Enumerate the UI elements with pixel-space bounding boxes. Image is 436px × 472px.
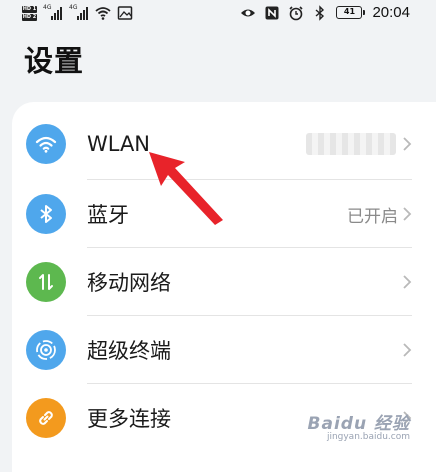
- chevron-right-icon: [403, 137, 412, 151]
- settings-item-label: WLAN: [87, 132, 151, 156]
- settings-item-label: 更多连接: [87, 407, 171, 431]
- hd-badge-2: HD 2: [22, 13, 37, 21]
- settings-item-mobile-network[interactable]: 移动网络: [12, 248, 436, 316]
- hd-badges: HD 1 HD 2: [22, 5, 37, 21]
- chevron-right-icon: [403, 343, 412, 357]
- settings-item-label: 蓝牙: [87, 203, 129, 227]
- battery-level: 41: [343, 7, 356, 16]
- bluetooth-status-icon: [315, 4, 325, 21]
- watermark-logo: Baidu 经验: [307, 414, 410, 434]
- image-notification-icon: [117, 6, 133, 20]
- eye-comfort-icon: [241, 9, 256, 16]
- signal-1-icon: 4G: [43, 4, 63, 20]
- alarm-icon: [289, 5, 304, 20]
- bluetooth-icon: [26, 194, 66, 234]
- super-device-icon: [26, 330, 66, 370]
- settings-item-label: 移动网络: [87, 271, 171, 295]
- bluetooth-status: 已开启: [347, 206, 398, 227]
- wifi-icon: [26, 124, 66, 164]
- nfc-icon: [265, 6, 279, 19]
- hd-badge-1: HD 1: [22, 5, 37, 13]
- settings-item-label: 超级终端: [87, 339, 171, 363]
- mobile-data-icon: [26, 262, 66, 302]
- clock: 20:04: [372, 4, 410, 21]
- signal-2-icon: 4G: [69, 4, 89, 20]
- watermark: Baidu 经验 jingyan.baidu.com: [308, 409, 410, 442]
- annotation-arrow-icon: [149, 152, 223, 225]
- link-icon: [26, 398, 66, 438]
- wifi-network-name-blurred: [306, 133, 396, 155]
- chevron-right-icon: [403, 207, 412, 221]
- settings-item-super-device[interactable]: 超级终端: [12, 316, 436, 384]
- battery-icon: 41: [336, 6, 366, 19]
- wifi-status-icon: [95, 7, 111, 20]
- status-bar: HD 1 HD 2 4G 4G 41 20:04: [0, 0, 436, 28]
- page-title: 设置: [24, 44, 85, 78]
- chevron-right-icon: [403, 275, 412, 289]
